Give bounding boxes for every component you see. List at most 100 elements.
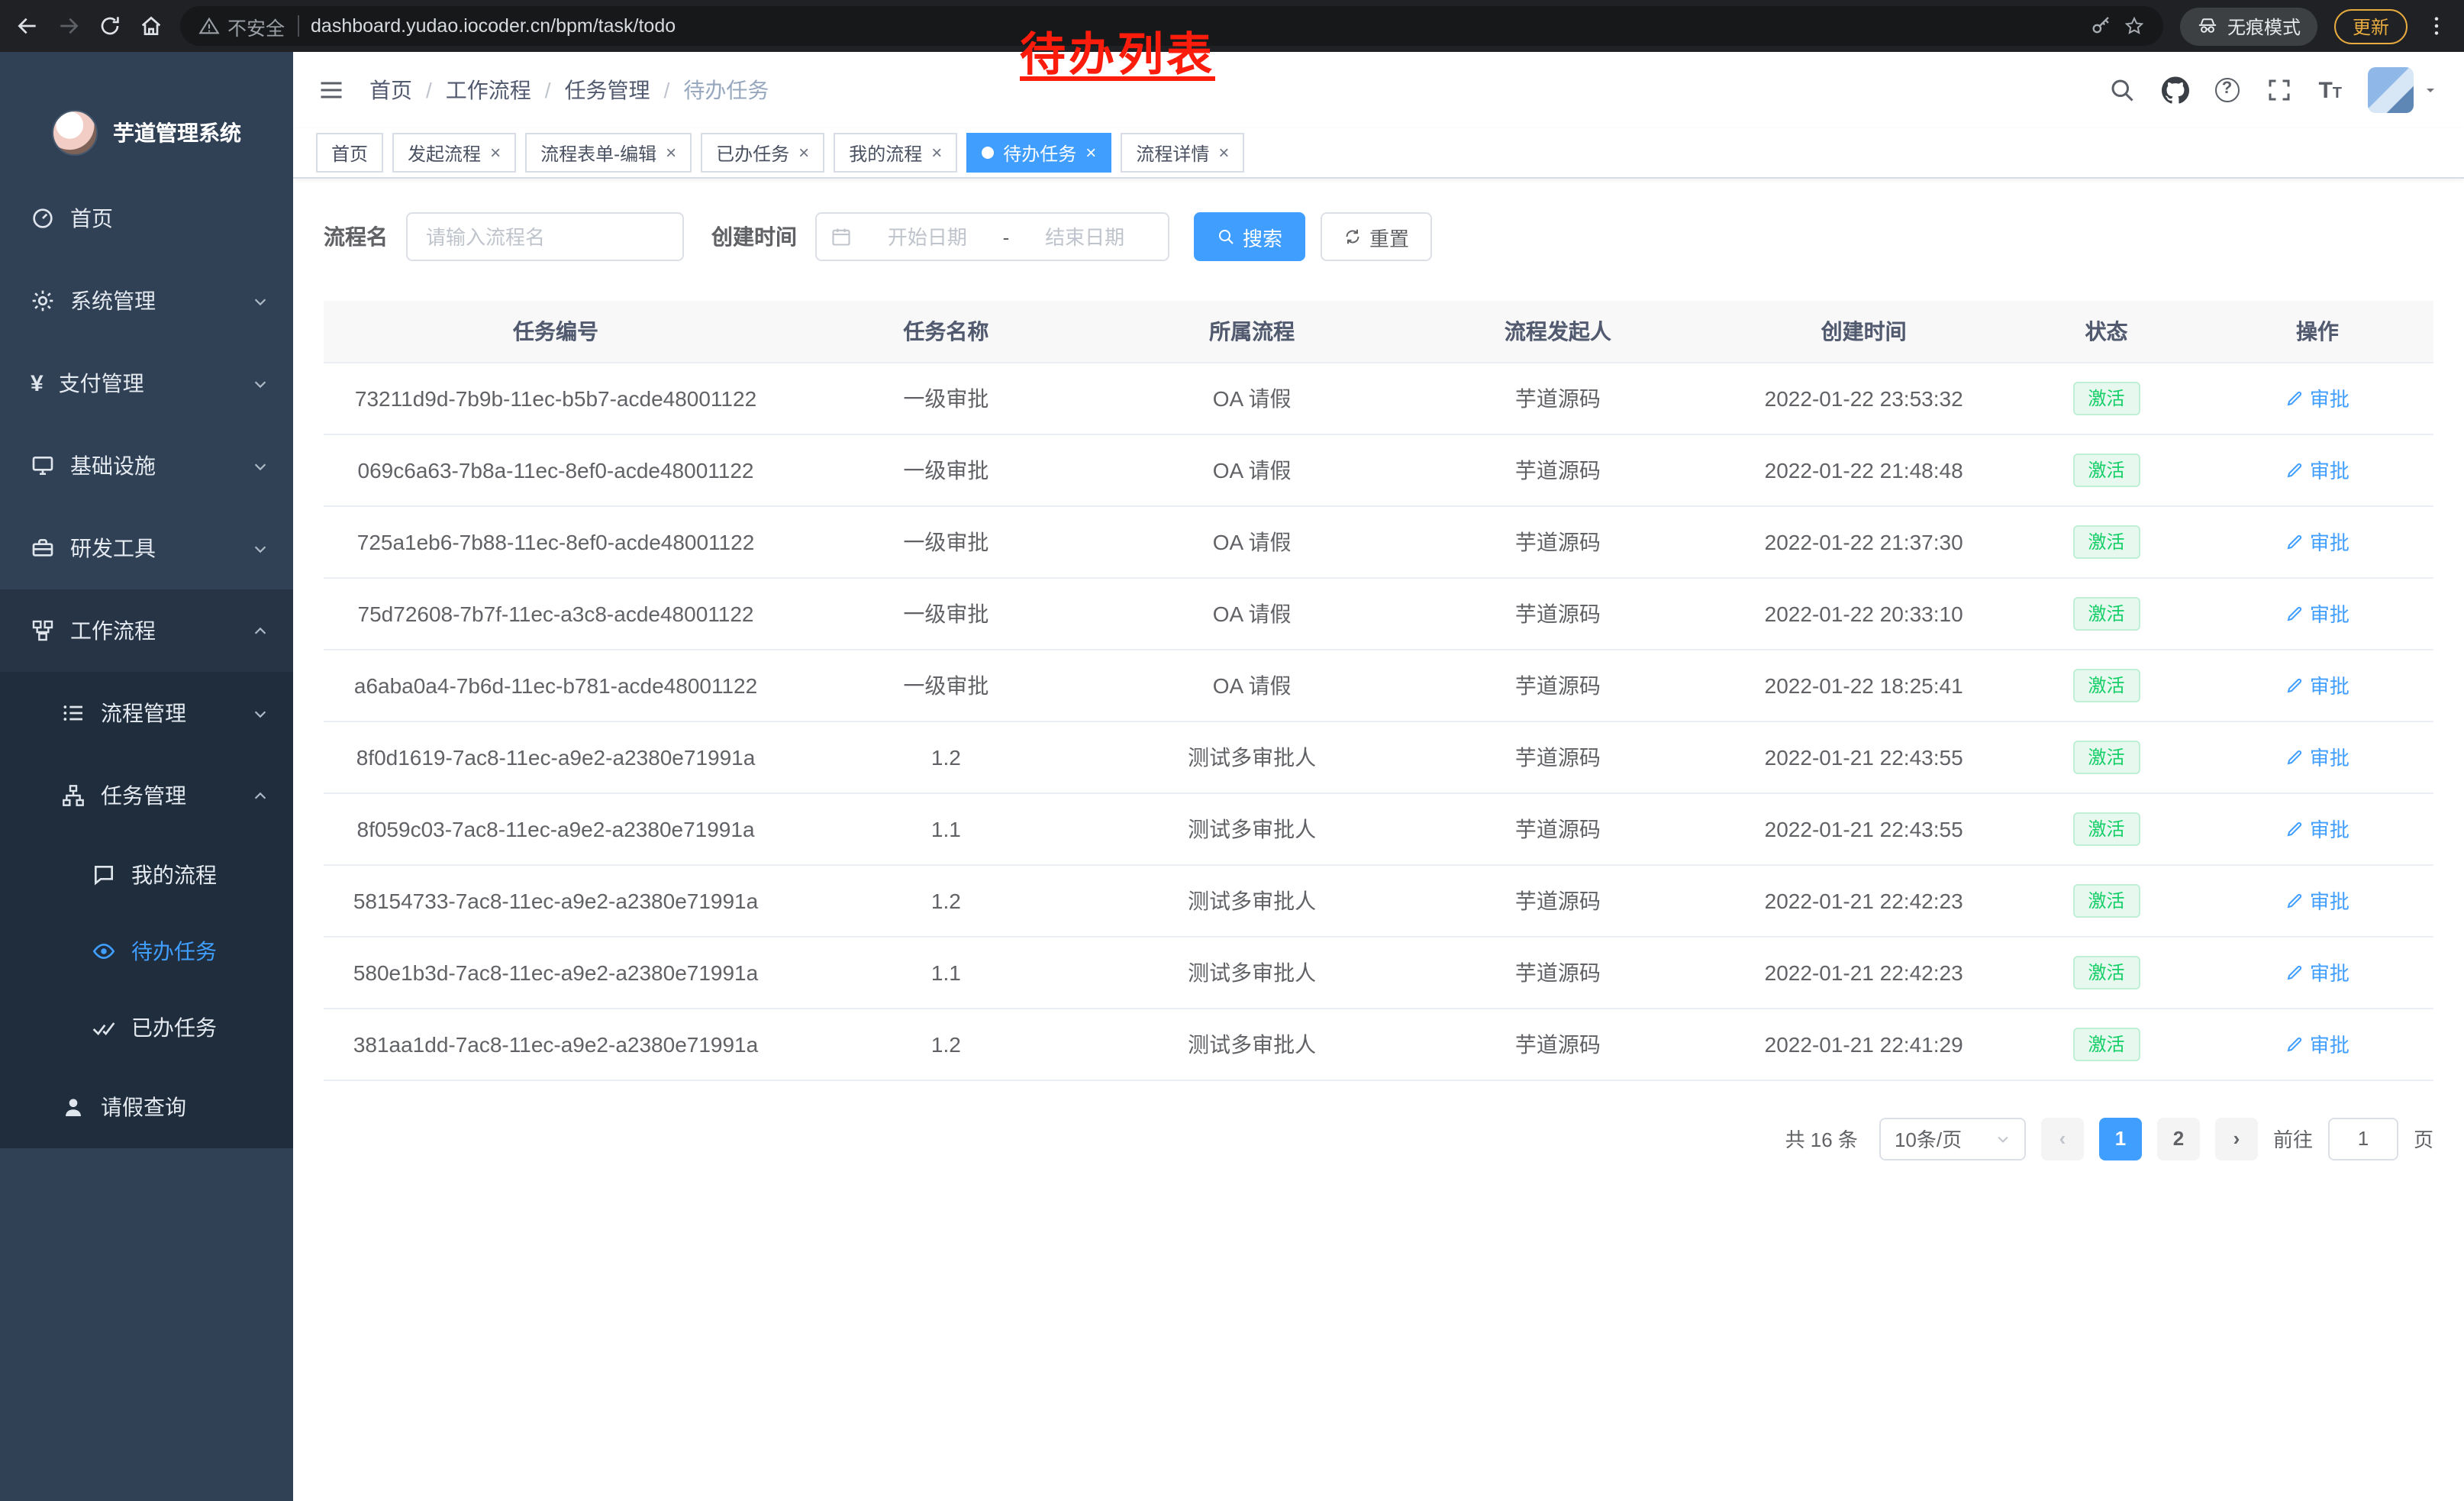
cell-task-name: 1.2: [788, 1008, 1105, 1080]
cell-created: 2022-01-21 22:43:55: [1716, 792, 2011, 864]
page-content: 流程名 创建时间 - 搜索 重置: [293, 179, 2464, 1501]
sidebar-item-leave-query[interactable]: 请假查询: [0, 1066, 293, 1148]
sidebar: 芋道管理系统 首页 系统管理 ¥ 支付管理 基础设施: [0, 52, 293, 1501]
date-range-picker[interactable]: -: [815, 212, 1169, 261]
sidebar-item-done-task[interactable]: 已办任务: [0, 989, 293, 1066]
page-button-1[interactable]: 1: [2099, 1117, 2142, 1160]
approve-link[interactable]: 审批: [2285, 1029, 2350, 1058]
help-icon[interactable]: ?: [2214, 78, 2239, 102]
prev-page-button[interactable]: ‹: [2041, 1117, 2084, 1160]
process-name-label: 流程名: [324, 221, 388, 252]
approve-link[interactable]: 审批: [2285, 599, 2350, 628]
approve-link[interactable]: 审批: [2285, 886, 2350, 915]
start-date-input[interactable]: [858, 225, 997, 248]
cell-task-name: 1.2: [788, 721, 1105, 792]
omnibox-divider: [297, 15, 298, 37]
user-menu[interactable]: [2368, 67, 2440, 113]
sidebar-item-process-management[interactable]: 流程管理: [0, 672, 293, 754]
tab-process-detail[interactable]: 流程详情×: [1121, 133, 1244, 173]
page-button-2[interactable]: 2: [2157, 1117, 2200, 1160]
active-dot: [982, 147, 994, 159]
table-row: 73211d9d-7b9b-11ec-b5b7-acde48001122 一级审…: [324, 362, 2433, 434]
browser-back-icon[interactable]: [15, 14, 40, 38]
close-icon[interactable]: ×: [1085, 144, 1096, 162]
status-badge: 激活: [2072, 525, 2140, 558]
breadcrumb-current: 待办任务: [683, 75, 769, 105]
end-date-input[interactable]: [1015, 225, 1154, 248]
font-size-icon[interactable]: TT: [2318, 77, 2342, 103]
sidebar-item-devtools[interactable]: 研发工具: [0, 507, 293, 589]
security-chip[interactable]: 不安全: [198, 11, 285, 40]
bookmark-star-icon[interactable]: [2124, 15, 2145, 37]
key-icon[interactable]: [2090, 15, 2111, 37]
sidebar-item-system[interactable]: 系统管理: [0, 260, 293, 342]
browser-home-icon[interactable]: [139, 14, 163, 38]
tab-done-task[interactable]: 已办任务×: [701, 133, 824, 173]
sidebar-item-workflow[interactable]: 工作流程: [0, 589, 293, 672]
col-created: 创建时间: [1716, 301, 2011, 362]
browser-menu-icon[interactable]: [2424, 14, 2449, 38]
sidebar-toggle-icon[interactable]: [318, 76, 345, 104]
reset-button[interactable]: 重置: [1321, 212, 1432, 261]
cell-task-name: 一级审批: [788, 362, 1105, 434]
search-icon[interactable]: [2108, 76, 2135, 104]
sidebar-item-my-process[interactable]: 我的流程: [0, 837, 293, 913]
edit-icon: [2285, 532, 2304, 550]
approve-link[interactable]: 审批: [2285, 742, 2350, 771]
tab-home[interactable]: 首页: [316, 133, 383, 173]
approve-link[interactable]: 审批: [2285, 957, 2350, 986]
cell-status: 激活: [2011, 792, 2201, 864]
tab-start-process[interactable]: 发起流程×: [392, 133, 516, 173]
cell-process: 测试多审批人: [1105, 864, 1400, 936]
sidebar-item-payment[interactable]: ¥ 支付管理: [0, 342, 293, 424]
tab-todo-task[interactable]: 待办任务×: [966, 133, 1111, 173]
cell-created: 2022-01-22 21:48:48: [1716, 434, 2011, 505]
incognito-label: 无痕模式: [2227, 13, 2301, 39]
header-actions: ? TT: [2108, 67, 2440, 113]
breadcrumb-home[interactable]: 首页: [369, 75, 412, 105]
close-icon[interactable]: ×: [666, 144, 676, 162]
close-icon[interactable]: ×: [798, 144, 809, 162]
close-icon[interactable]: ×: [931, 144, 942, 162]
github-icon[interactable]: [2161, 76, 2188, 104]
tab-my-process[interactable]: 我的流程×: [834, 133, 957, 173]
sidebar-logo[interactable]: 芋道管理系统: [0, 52, 293, 177]
cell-action: 审批: [2201, 721, 2433, 792]
close-icon[interactable]: ×: [490, 144, 501, 162]
browser-reload-icon[interactable]: [98, 14, 122, 38]
goto-page-input[interactable]: [2328, 1117, 2398, 1160]
breadcrumb-workflow[interactable]: 工作流程: [446, 75, 531, 105]
cell-created: 2022-01-21 22:42:23: [1716, 864, 2011, 936]
approve-link[interactable]: 审批: [2285, 670, 2350, 699]
search-button[interactable]: 搜索: [1194, 212, 1305, 261]
browser-update-button[interactable]: 更新: [2334, 8, 2408, 44]
filter-bar: 流程名 创建时间 - 搜索 重置: [324, 212, 2433, 261]
next-page-button[interactable]: ›: [2215, 1117, 2258, 1160]
approve-link[interactable]: 审批: [2285, 383, 2350, 412]
monitor-icon: [31, 454, 55, 478]
breadcrumb-task-management[interactable]: 任务管理: [565, 75, 650, 105]
browser-forward-icon[interactable]: [56, 14, 81, 38]
yen-icon: ¥: [31, 370, 44, 396]
cell-process: 测试多审批人: [1105, 1008, 1400, 1080]
magnifier-icon: [1217, 228, 1235, 246]
approve-link[interactable]: 审批: [2285, 814, 2350, 843]
cell-task-name: 一级审批: [788, 505, 1105, 577]
approve-link[interactable]: 审批: [2285, 527, 2350, 556]
goto-unit: 页: [2414, 1124, 2433, 1153]
cell-initiator: 芋道源码: [1400, 577, 1717, 649]
fullscreen-icon[interactable]: [2265, 76, 2292, 104]
cell-created: 2022-01-22 20:33:10: [1716, 577, 2011, 649]
dashboard-icon: [31, 206, 55, 231]
close-icon[interactable]: ×: [1218, 144, 1229, 162]
sidebar-item-task-management[interactable]: 任务管理: [0, 754, 293, 837]
approve-link[interactable]: 审批: [2285, 455, 2350, 484]
calendar-icon: [830, 226, 852, 247]
sidebar-item-todo-task[interactable]: 待办任务: [0, 913, 293, 989]
sidebar-item-infrastructure[interactable]: 基础设施: [0, 424, 293, 507]
cell-process: 测试多审批人: [1105, 792, 1400, 864]
process-name-input[interactable]: [406, 212, 684, 261]
sidebar-item-home[interactable]: 首页: [0, 177, 293, 260]
tab-form-edit[interactable]: 流程表单-编辑×: [525, 133, 692, 173]
page-size-select[interactable]: 10条/页: [1879, 1117, 2026, 1160]
